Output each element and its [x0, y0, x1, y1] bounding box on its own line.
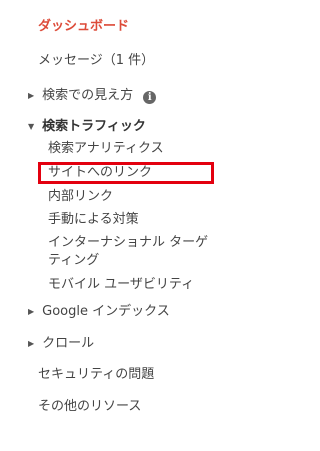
nav-item-label: 内部リンク [48, 189, 114, 204]
nav-group-google-index[interactable]: ▶ Google インデックス [28, 303, 252, 321]
nav-subitem-internal-links[interactable]: 内部リンク [48, 188, 272, 206]
nav-item-label: セキュリティの問題 [38, 367, 155, 382]
nav-item-label: モバイル ユーザビリティ [48, 277, 195, 292]
nav-item-other-resources[interactable]: その他のリソース [38, 398, 262, 416]
expand-arrow-icon: ▶ [28, 307, 35, 316]
nav-item-label: メッセージ（1 件） [38, 53, 155, 68]
nav-group-search-traffic[interactable]: ▼ 検索トラフィック [28, 118, 252, 136]
nav-item-messages[interactable]: メッセージ（1 件） [38, 52, 262, 70]
sidebar-nav: ダッシュボード メッセージ（1 件） ▶ 検索での見え方 i ▼ 検索トラフィッ… [0, 0, 224, 451]
nav-group-label: 検索での見え方 [42, 88, 134, 103]
nav-item-label: ダッシュボード [38, 19, 130, 34]
nav-group-label: クロール [42, 336, 95, 351]
nav-group-label: 検索トラフィック [42, 119, 146, 134]
nav-item-label: 検索アナリティクス [48, 141, 164, 156]
highlight-box [38, 162, 214, 184]
nav-group-search-appearance[interactable]: ▶ 検索での見え方 i [28, 87, 252, 105]
expand-arrow-icon: ▶ [28, 91, 35, 100]
nav-subitem-search-analytics[interactable]: 検索アナリティクス [48, 140, 272, 158]
nav-group-label: Google インデックス [42, 304, 170, 319]
nav-item-label: インターナショナル ターゲティング [48, 235, 209, 268]
expand-arrow-icon: ▶ [28, 339, 35, 348]
nav-subitem-international-targeting[interactable]: インターナショナル ターゲティング [48, 234, 218, 270]
nav-item-security-issues[interactable]: セキュリティの問題 [38, 366, 262, 384]
nav-group-crawl[interactable]: ▶ クロール [28, 335, 252, 353]
nav-item-dashboard[interactable]: ダッシュボード [38, 18, 262, 36]
nav-subitem-manual-actions[interactable]: 手動による対策 [48, 211, 272, 229]
nav-item-label: 手動による対策 [48, 212, 139, 227]
collapse-arrow-icon: ▼ [28, 122, 35, 131]
nav-item-label: その他のリソース [38, 399, 142, 414]
nav-subitem-mobile-usability[interactable]: モバイル ユーザビリティ [48, 276, 272, 294]
info-icon[interactable]: i [143, 91, 157, 104]
